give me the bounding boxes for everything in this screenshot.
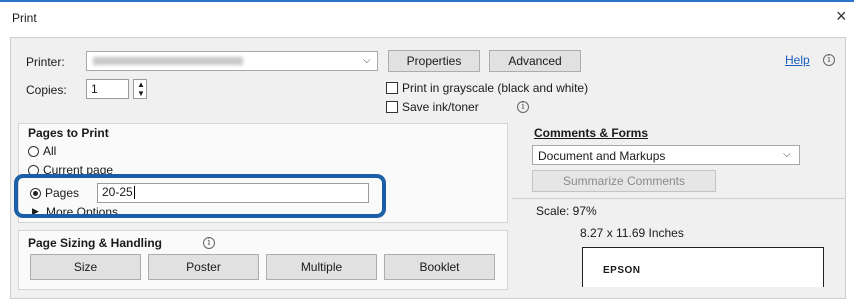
chevron-down-icon: ⌵: [783, 149, 791, 160]
copies-stepper[interactable]: ▲ ▼: [133, 79, 147, 99]
pages-highlight-callout: [14, 174, 386, 218]
size-button[interactable]: Size: [30, 254, 141, 280]
booklet-button[interactable]: Booklet: [384, 254, 495, 280]
help-link[interactable]: Help: [785, 53, 810, 67]
scale-text: Scale: 97%: [536, 204, 597, 218]
stepper-up-icon[interactable]: ▲: [137, 80, 145, 89]
grayscale-checkbox[interactable]: [386, 82, 398, 94]
page-size-text: 8.27 x 11.69 Inches: [580, 226, 684, 240]
advanced-button[interactable]: Advanced: [489, 50, 581, 72]
save-ink-label: Save ink/toner: [402, 100, 479, 114]
printer-name-redacted: [93, 57, 243, 65]
copies-label: Copies:: [26, 83, 67, 97]
grayscale-label: Print in grayscale (black and white): [402, 81, 589, 95]
preview-divider: [512, 198, 846, 199]
copies-input[interactable]: 1: [86, 79, 129, 99]
save-ink-info-icon[interactable]: i: [517, 101, 529, 113]
help-info-icon[interactable]: i: [823, 54, 835, 66]
printer-select[interactable]: ⌵: [86, 51, 378, 71]
multiple-button[interactable]: Multiple: [266, 254, 377, 280]
save-ink-checkbox[interactable]: [386, 101, 398, 113]
page-preview: EPSON: [582, 247, 824, 287]
comments-forms-heading: Comments & Forms: [534, 126, 649, 140]
comments-forms-value: Document and Markups: [538, 149, 666, 163]
pages-to-print-heading: Pages to Print: [28, 126, 109, 140]
all-label: All: [43, 144, 57, 158]
preview-brand-logo: EPSON: [603, 265, 641, 276]
printer-label: Printer:: [26, 55, 65, 69]
comments-forms-select[interactable]: Document and Markups ⌵: [532, 145, 800, 165]
properties-button[interactable]: Properties: [388, 50, 480, 72]
chevron-down-icon: ⌵: [363, 55, 371, 66]
page-sizing-heading: Page Sizing & Handling: [28, 236, 163, 250]
poster-button[interactable]: Poster: [148, 254, 259, 280]
summarize-comments-button[interactable]: Summarize Comments: [532, 170, 716, 192]
window-title: Print: [12, 11, 37, 25]
close-icon[interactable]: ×: [836, 6, 847, 26]
page-sizing-info-icon[interactable]: i: [203, 237, 215, 249]
all-radio[interactable]: [28, 146, 39, 157]
stepper-down-icon[interactable]: ▼: [137, 89, 145, 98]
title-bar: [0, 2, 854, 32]
